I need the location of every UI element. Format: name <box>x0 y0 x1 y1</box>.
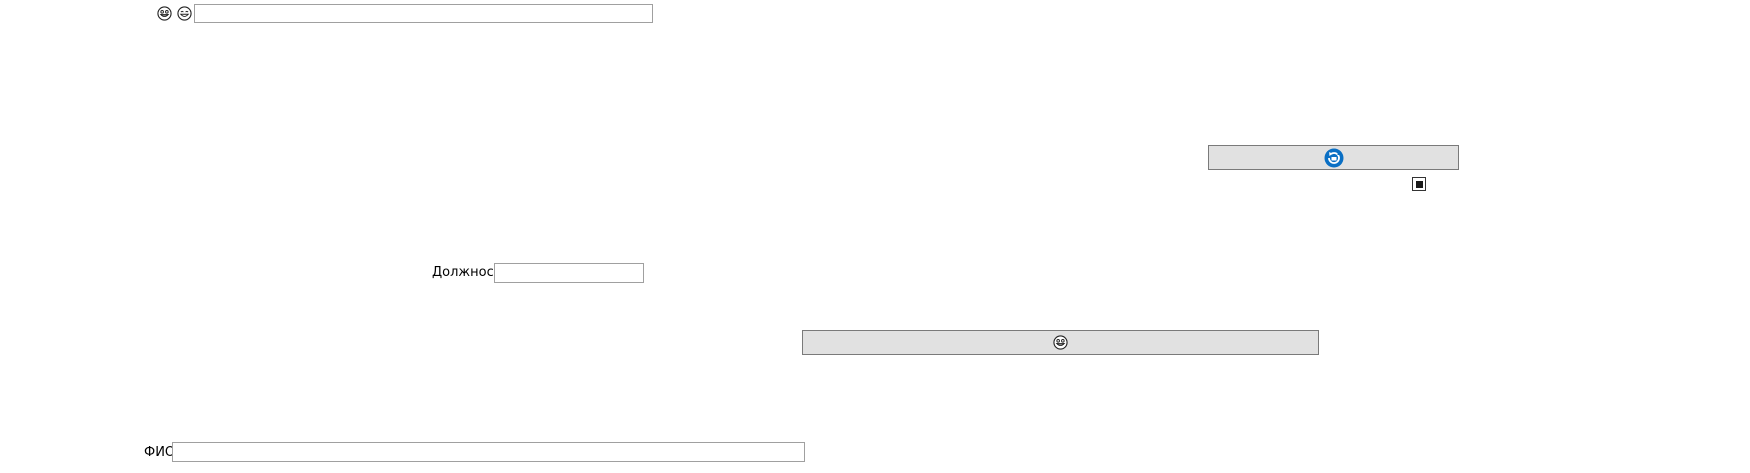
top-emoji-icon-1[interactable] <box>157 6 172 25</box>
position-input[interactable] <box>494 263 644 283</box>
smiley-grin-icon <box>1053 335 1068 350</box>
fio-input[interactable] <box>172 442 805 462</box>
smiley-grin-icon <box>157 6 172 21</box>
smiley-laugh-icon <box>177 6 192 21</box>
refresh-button[interactable] <box>1208 145 1459 170</box>
checkbox[interactable] <box>1412 177 1426 191</box>
checkbox-mark <box>1415 180 1423 188</box>
top-emoji-icon-2[interactable] <box>177 6 192 25</box>
top-text-field[interactable] <box>194 4 653 23</box>
fio-label: ФИО <box>144 445 176 460</box>
refresh-icon <box>1324 148 1343 167</box>
emoji-button[interactable] <box>802 330 1319 355</box>
